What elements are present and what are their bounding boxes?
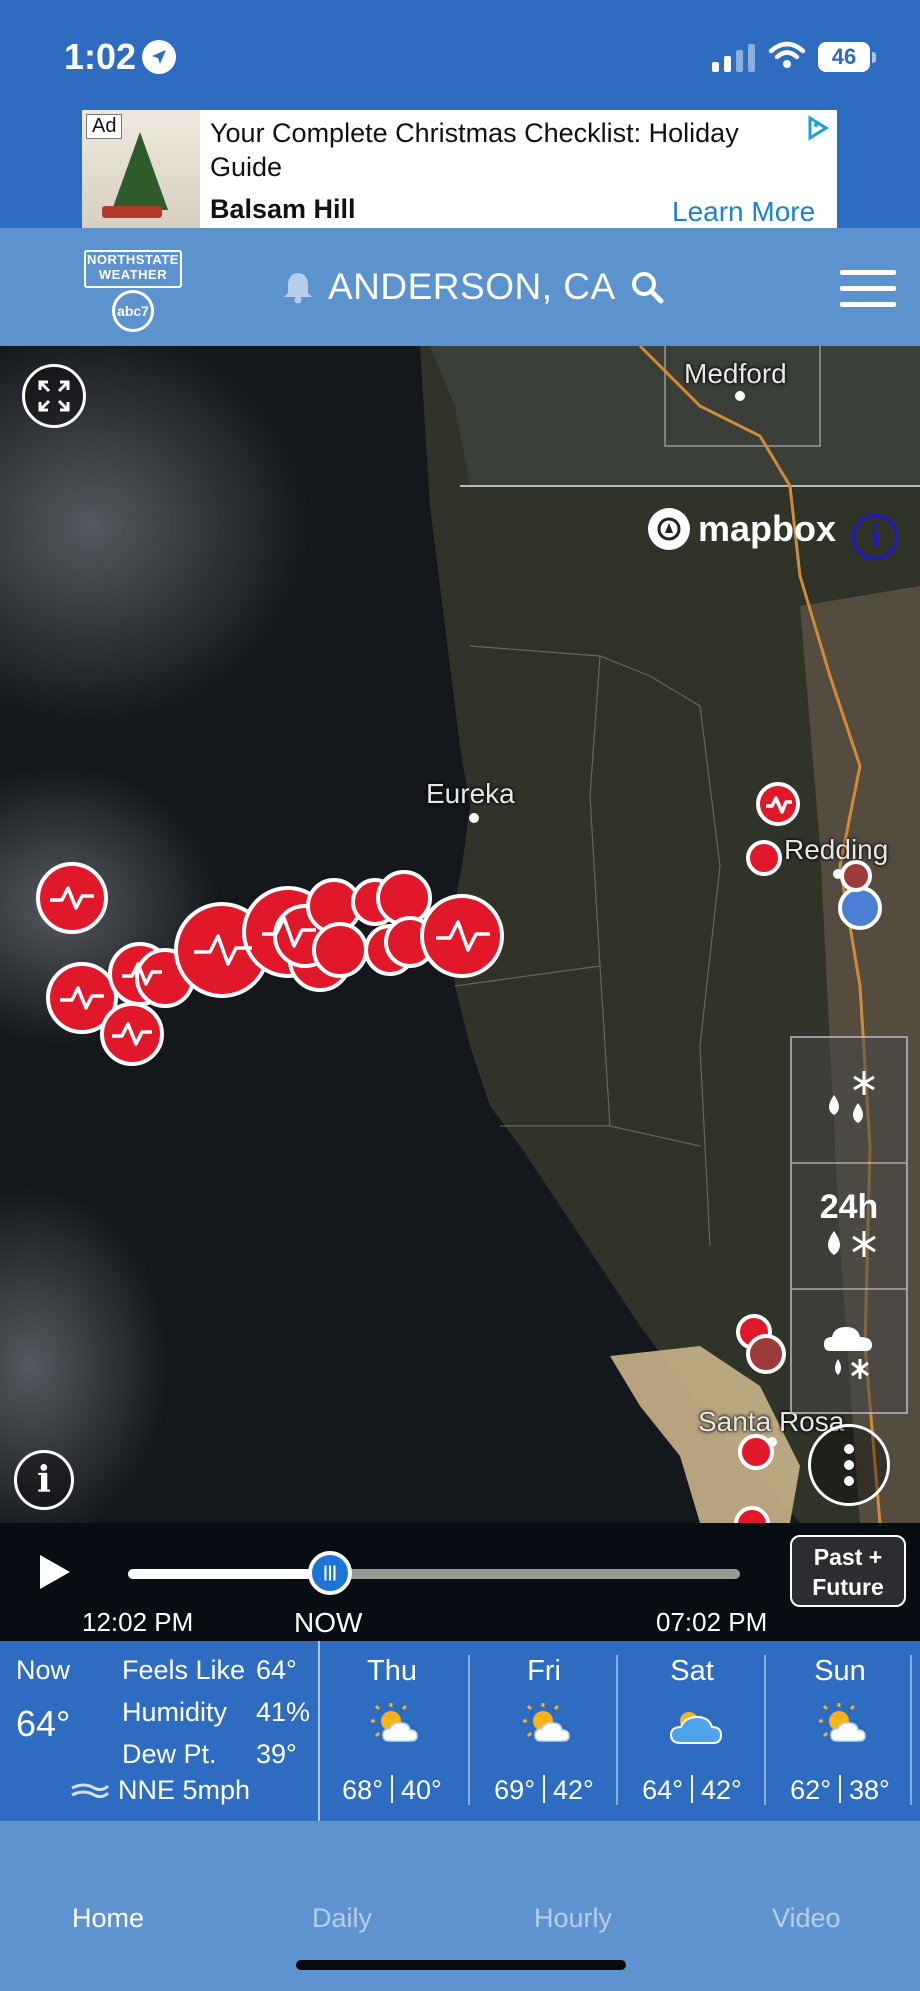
forecast-day[interactable]: Fri 69° 42° bbox=[472, 1641, 616, 1821]
tab-daily[interactable]: Daily bbox=[312, 1903, 372, 1934]
map-label-redding: Redding bbox=[784, 834, 889, 865]
partly-sunny-icon bbox=[819, 1703, 866, 1742]
timeline-now-label: NOW bbox=[294, 1607, 363, 1638]
city-name[interactable]: ANDERSON, CA bbox=[328, 266, 616, 308]
map-info-icon[interactable]: i bbox=[14, 1450, 74, 1510]
timeline-end-time: 07:02 PM bbox=[656, 1607, 768, 1637]
rain-snow-24h-icon bbox=[828, 1230, 876, 1257]
wind-icon bbox=[71, 1783, 110, 1798]
app-header: NORTHSTATE WEATHER abc7 ANDERSON, CA bbox=[0, 228, 920, 346]
tab-home[interactable]: Home bbox=[72, 1903, 144, 1934]
current-temperature: 64° bbox=[16, 1703, 71, 1744]
partly-sunny-icon bbox=[523, 1703, 570, 1742]
past-future-toggle[interactable]: Past + Future bbox=[790, 1535, 906, 1607]
map-layer-selector[interactable]: 24h bbox=[790, 1036, 908, 1414]
hamburger-menu-icon[interactable] bbox=[840, 270, 896, 318]
current-conditions[interactable]: Now 64° Feels Like 64° Humidity 41% Dew … bbox=[0, 1641, 318, 1821]
abc7-logo: abc7 bbox=[112, 290, 154, 332]
tab-hourly[interactable]: Hourly bbox=[534, 1903, 612, 1934]
map-label-medford: Medford bbox=[684, 358, 787, 389]
layer-cloud-precip[interactable] bbox=[792, 1290, 906, 1414]
tab-video[interactable]: Video bbox=[772, 1903, 841, 1934]
fullscreen-icon[interactable] bbox=[22, 364, 86, 428]
timeline-start-time: 12:02 PM bbox=[82, 1607, 194, 1637]
dew-point-value: 39° bbox=[256, 1739, 297, 1769]
humidity-value: 41% bbox=[256, 1697, 311, 1727]
dew-point-label: Dew Pt. bbox=[122, 1739, 217, 1769]
timeline-track[interactable] bbox=[128, 1569, 740, 1579]
home-indicator bbox=[296, 1960, 626, 1970]
mapbox-info-icon[interactable]: i bbox=[852, 514, 898, 560]
radar-timeline: ||| 12:02 PM NOW 07:02 PM Past + Future bbox=[0, 1523, 920, 1641]
more-options-icon[interactable] bbox=[808, 1424, 890, 1506]
map-label-eureka: Eureka bbox=[426, 778, 515, 809]
partly-sunny-icon bbox=[371, 1703, 418, 1742]
cloud-rain-snow-icon bbox=[824, 1327, 872, 1379]
wifi-icon bbox=[768, 40, 806, 75]
forecast-day[interactable]: Thu 68° 40° bbox=[320, 1641, 464, 1821]
bell-icon[interactable] bbox=[282, 270, 314, 304]
ad-banner[interactable]: Ad Your Complete Christmas Checklist: Ho… bbox=[82, 110, 837, 228]
feels-like-label: Feels Like bbox=[122, 1655, 246, 1685]
mapbox-attribution[interactable]: mapbox bbox=[648, 508, 836, 550]
status-bar: 1:02 46 bbox=[0, 0, 920, 110]
feels-like-value: 64° bbox=[256, 1655, 297, 1685]
cellular-signal-icon bbox=[712, 44, 755, 72]
forecast-day[interactable]: Sat 64° 42° bbox=[620, 1641, 764, 1821]
location-selector[interactable]: ANDERSON, CA bbox=[282, 266, 664, 308]
ad-choices-icon[interactable] bbox=[804, 114, 832, 142]
timeline-progress bbox=[128, 1569, 330, 1579]
battery-icon: 46 bbox=[818, 42, 870, 72]
search-icon[interactable] bbox=[630, 270, 664, 304]
ad-title[interactable]: Your Complete Christmas Checklist: Holid… bbox=[210, 116, 770, 184]
humidity-label: Humidity bbox=[122, 1697, 228, 1727]
ad-learn-more-link[interactable]: Learn More bbox=[672, 196, 815, 228]
timeline-scrubber-handle[interactable]: ||| bbox=[307, 1551, 352, 1595]
layer-24h-accumulation[interactable]: 24h bbox=[792, 1164, 906, 1290]
station-logo[interactable]: NORTHSTATE WEATHER abc7 bbox=[84, 250, 182, 332]
status-time: 1:02 bbox=[64, 36, 177, 78]
wind-value: NNE 5mph bbox=[118, 1775, 251, 1805]
location-arrow-icon bbox=[142, 40, 177, 74]
mapbox-logo-icon bbox=[648, 508, 690, 550]
current-now-label: Now bbox=[16, 1655, 71, 1685]
cloudy-icon bbox=[669, 1712, 723, 1744]
forecast-day[interactable]: Sun 62° 38° bbox=[768, 1641, 912, 1821]
wind-row: NNE 5mph bbox=[70, 1775, 250, 1806]
ad-brand: Balsam Hill bbox=[210, 194, 356, 224]
play-icon[interactable] bbox=[40, 1555, 70, 1589]
daily-forecast-strip: Thu 68°40° Fri 69°42° Sat 64°42° Sun bbox=[320, 1641, 920, 1821]
layer-precip-snow[interactable] bbox=[792, 1038, 906, 1164]
rain-snow-icon bbox=[829, 1071, 875, 1123]
ad-badge: Ad bbox=[86, 114, 123, 139]
